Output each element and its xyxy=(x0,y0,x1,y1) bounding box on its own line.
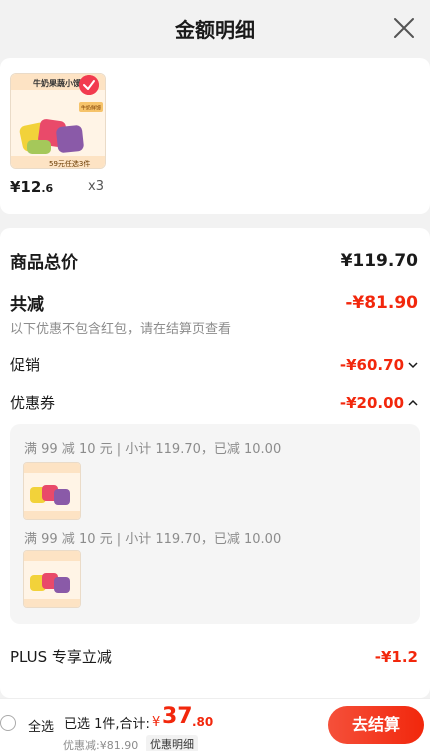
total-off-label: 共减 xyxy=(10,295,44,315)
selected-info: 已选 1件,合计: xyxy=(64,717,150,732)
plus-value: -¥1.2 xyxy=(374,647,418,666)
coupon-label: 优惠券 xyxy=(10,394,56,412)
product-qty: x3 xyxy=(88,179,104,194)
select-all-radio[interactable] xyxy=(0,715,16,731)
plus-label: PLUS 专享立减 xyxy=(10,648,112,666)
product-card: 牛奶果蔬小馒头 牛奶鲜馒 59元任选3件 ¥12.6 x3 xyxy=(0,58,430,214)
promo-value: -¥60.70 xyxy=(339,355,404,374)
bottom-bar: 全选 已选 1件,合计: ¥ 37 .80 优惠减:¥81.90 优惠明细 去结… xyxy=(0,698,430,751)
discount-amount: 优惠减:¥81.90 xyxy=(63,739,139,751)
header: 金额明细 xyxy=(0,0,430,56)
checkout-button[interactable]: 去结算 xyxy=(328,706,424,744)
discount-note: 以下优惠不包含红包，请在结算页查看 xyxy=(10,322,232,337)
total-amount: 37 xyxy=(162,704,193,729)
brand-tag: 牛奶鲜馒 xyxy=(81,105,101,112)
select-all-label[interactable]: 全选 xyxy=(28,716,54,735)
coupon-product-image[interactable] xyxy=(23,550,81,608)
checkmark-icon xyxy=(79,75,99,95)
promo-row[interactable]: 促销 -¥60.70 xyxy=(10,354,418,375)
chevron-up-icon[interactable] xyxy=(408,398,418,408)
promo-value-group: -¥60.70 xyxy=(340,356,418,374)
total-currency: ¥ xyxy=(152,715,161,730)
close-icon[interactable] xyxy=(392,16,416,40)
plus-row: PLUS 专享立减 -¥1.2 xyxy=(10,646,418,667)
page-title: 金额明细 xyxy=(175,18,255,42)
promo-label: 促销 xyxy=(10,356,41,374)
coupon-product-image[interactable] xyxy=(23,462,81,520)
coupon-value: -¥20.00 xyxy=(339,393,404,412)
price-int: ¥12 xyxy=(10,178,42,196)
total-off-row: 共减 -¥81.90 xyxy=(10,290,418,316)
product-price: ¥12.6 xyxy=(10,178,53,196)
chevron-down-icon[interactable] xyxy=(408,360,418,370)
price-dec: .6 xyxy=(41,182,54,195)
coupon-detail-box: 满 99 减 10 元 | 小计 119.70，已减 10.00 满 99 减 … xyxy=(10,424,420,624)
coupon-value-group: -¥20.00 xyxy=(340,394,418,412)
total-amount-decimal: .80 xyxy=(192,715,214,729)
total-off-value: -¥81.90 xyxy=(345,292,418,313)
coupon-row[interactable]: 优惠券 -¥20.00 xyxy=(10,392,418,413)
subtotal-row: 商品总价 ¥119.70 xyxy=(10,248,418,274)
subtotal-value: ¥119.70 xyxy=(340,250,418,271)
coupon-line: 满 99 减 10 元 | 小计 119.70，已减 10.00 xyxy=(24,442,282,457)
coupon-line: 满 99 减 10 元 | 小计 119.70，已减 10.00 xyxy=(24,532,282,547)
promo-tag: 59元任选3件 xyxy=(49,159,90,168)
discount-detail-link[interactable]: 优惠明细 xyxy=(146,735,198,751)
subtotal-label: 商品总价 xyxy=(10,253,78,273)
